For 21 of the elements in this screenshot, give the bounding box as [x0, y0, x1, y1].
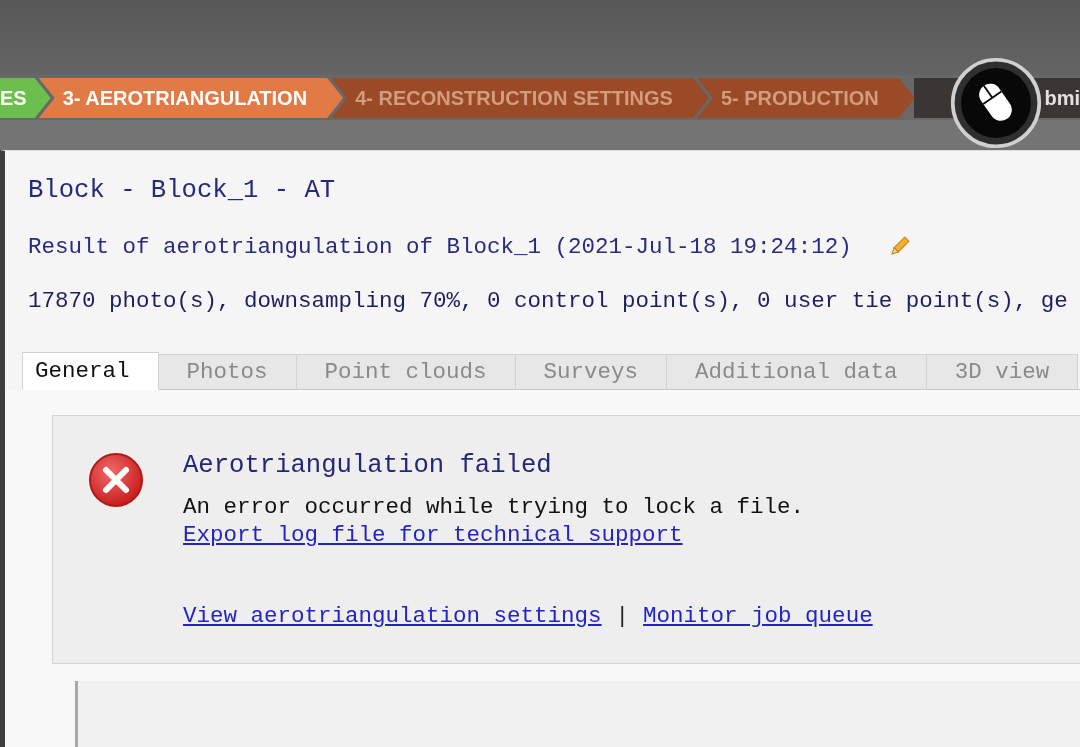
tab[interactable]: Additional data — [667, 354, 927, 390]
tab[interactable]: Surveys — [515, 354, 668, 390]
tab[interactable]: 3D view — [926, 354, 1079, 390]
workflow-step[interactable]: 5- PRODUCTION — [696, 78, 915, 118]
tab[interactable]: General — [22, 352, 159, 390]
workflow-step[interactable]: ES — [0, 78, 51, 118]
error-message: An error occurred while trying to lock a file. — [183, 493, 806, 521]
workflow-step[interactable]: 4- RECONSTRUCTION SETTINGS — [331, 78, 709, 118]
result-text: Result of aerotriangulation of Block_1 (2021-Jul-18 19:24:12) — [28, 233, 852, 262]
tab[interactable]: Photos — [158, 354, 297, 390]
export-log-link[interactable]: Export log file for technical support — [183, 521, 683, 549]
error-icon — [88, 452, 144, 508]
block-title: Block - Block_1 - AT — [28, 175, 337, 207]
tab[interactable]: Point clouds — [296, 354, 516, 390]
mouse-icon — [950, 57, 1042, 149]
summary-text: 17870 photo(s), downsampling 70%, 0 control point(s), 0 user tie point(s), ge — [28, 287, 1069, 316]
workflow-step[interactable]: 3- AEROTRIANGULATION — [38, 78, 344, 118]
action-link[interactable]: View aerotriangulation settings — [183, 602, 602, 630]
link-separator: | — [615, 602, 630, 630]
action-link[interactable]: Monitor job queue — [643, 602, 873, 630]
error-title: Aerotriangulation failed — [183, 452, 553, 480]
